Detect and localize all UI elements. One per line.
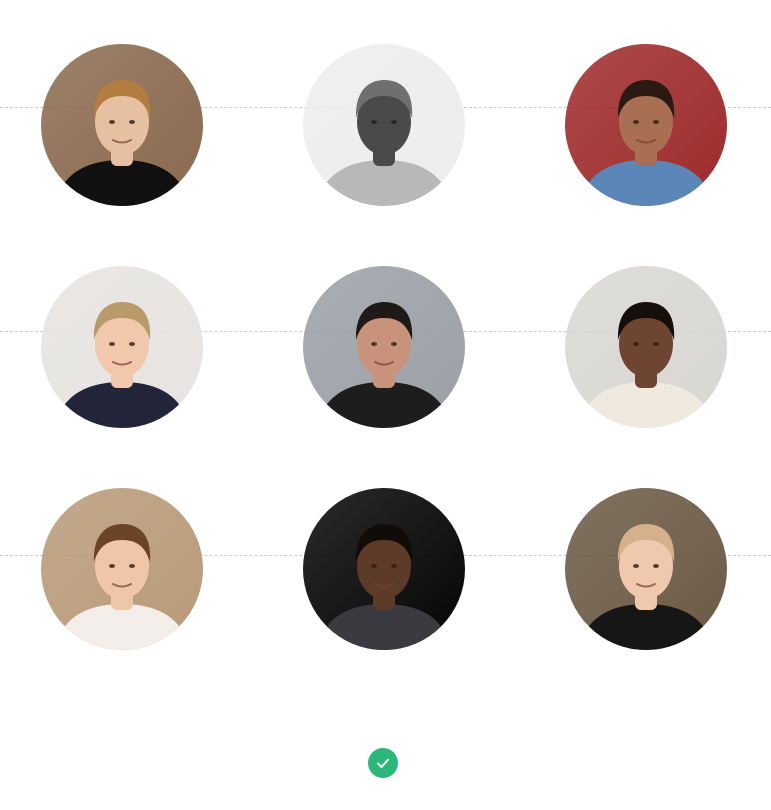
avatar-r1-c3[interactable] (565, 44, 727, 206)
avatar-grid (0, 0, 771, 700)
avatar-r2-c3[interactable] (565, 266, 727, 428)
avatar-photo (565, 44, 727, 206)
avatar-photo (303, 266, 465, 428)
avatar-r3-c3[interactable] (565, 488, 727, 650)
checkmark-icon (377, 758, 389, 768)
avatar-photo (303, 488, 465, 650)
confirm-button[interactable] (368, 748, 398, 778)
avatar-photo (41, 44, 203, 206)
avatar-photo (41, 488, 203, 650)
avatar-photo (565, 266, 727, 428)
avatar-r1-c2[interactable] (303, 44, 465, 206)
avatar-r2-c2[interactable] (303, 266, 465, 428)
avatar-r3-c2[interactable] (303, 488, 465, 650)
avatar-r2-c1[interactable] (41, 266, 203, 428)
avatar-photo (565, 488, 727, 650)
avatar-r1-c1[interactable] (41, 44, 203, 206)
avatar-r3-c1[interactable] (41, 488, 203, 650)
avatar-photo (41, 266, 203, 428)
avatar-photo (303, 44, 465, 206)
